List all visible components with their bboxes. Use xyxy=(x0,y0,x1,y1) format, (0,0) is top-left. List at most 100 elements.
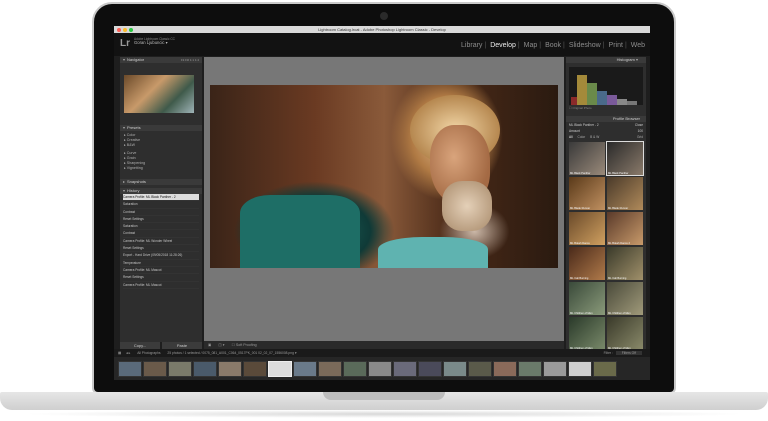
navigator-preview[interactable] xyxy=(124,75,194,113)
module-slideshow[interactable]: Slideshow xyxy=(569,42,601,49)
filter-control: Filter : Filters Off xyxy=(604,349,642,357)
history-step[interactable]: Camera Profile: ML Mascot xyxy=(123,267,199,275)
module-book[interactable]: Book xyxy=(545,42,561,49)
history-step[interactable]: Contrast xyxy=(123,209,199,216)
module-map[interactable]: Map xyxy=(524,42,538,49)
profile-thumbnail[interactable]: ML Black Panther xyxy=(569,142,605,175)
loupe-view-icon[interactable]: ▣ xyxy=(208,343,211,347)
filmstrip-thumbnail[interactable] xyxy=(443,361,467,377)
profile-thumbnail-grid: ML Black Panther ML Black Panther ML Bla… xyxy=(566,140,646,352)
filmstrip-thumbnail[interactable] xyxy=(243,361,267,377)
module-separator: | xyxy=(484,42,487,49)
profile-thumbnail[interactable]: ML Bokeh Dance 2 xyxy=(607,212,643,245)
profile-browser-header[interactable]: Profile Browser xyxy=(566,116,646,122)
module-develop[interactable]: Develop xyxy=(490,42,516,49)
profile-thumbnail[interactable]: ML Children of Men xyxy=(607,282,643,315)
history-step[interactable]: Reset Settings xyxy=(123,245,199,253)
soft-proofing-label: Soft Proofing xyxy=(235,343,257,347)
before-after-icon[interactable]: ◫ ▾ xyxy=(218,343,224,347)
copy-paste-bar: Copy... Paste xyxy=(120,342,202,349)
filmstrip-thumbnail[interactable] xyxy=(368,361,392,377)
filter-dropdown[interactable]: Filters Off xyxy=(615,351,642,355)
filmstrip-thumbnail[interactable] xyxy=(593,361,617,377)
lr-logo: Lr xyxy=(120,38,130,49)
filmstrip-thumbnail[interactable] xyxy=(493,361,517,377)
history-step[interactable]: Reset Settings xyxy=(123,216,199,224)
loupe-view[interactable] xyxy=(204,57,564,341)
filmstrip-thumbnail[interactable] xyxy=(218,361,242,377)
navigator-header[interactable]: ▾ Navigator Fit Fill 1:1 1:4 xyxy=(120,57,202,63)
profile-thumbnail[interactable]: ML Blade Runner xyxy=(569,177,605,210)
history-header[interactable]: ▾ History xyxy=(120,188,202,194)
module-web[interactable]: Web xyxy=(631,42,645,49)
paste-button[interactable]: Paste xyxy=(162,342,202,349)
history-step[interactable]: Export - Hard Drive (09/05/2018 11:28:26… xyxy=(123,252,199,260)
histogram-header[interactable]: Histogram ▾ xyxy=(566,57,646,63)
history-step[interactable]: Saturation xyxy=(123,223,199,231)
develop-toolbar: ▣ ◫ ▾ ☐ Soft Proofing xyxy=(204,341,564,349)
filmstrip-thumbnail[interactable] xyxy=(168,361,192,377)
tab-bw[interactable]: B & W xyxy=(590,134,599,140)
screen: Lightroom Catalog.lrcat - Adobe Photosho… xyxy=(114,26,650,380)
soft-proofing-checkbox[interactable]: ☐ xyxy=(232,343,235,347)
filmstrip-thumbnail[interactable] xyxy=(268,361,292,377)
filmstrip-source[interactable]: All Photographs xyxy=(137,351,160,355)
filmstrip-thumbnail[interactable] xyxy=(293,361,317,377)
filmstrip-thumbnail[interactable] xyxy=(118,361,142,377)
original-photo-checkbox[interactable]: ☐ Original Photo xyxy=(566,105,646,112)
preset-folder[interactable]: ▸ Vignetting xyxy=(124,166,198,171)
presets-header[interactable]: ▾ Presets xyxy=(120,125,202,131)
history-step[interactable]: Camera Profile: ML Wonder Wheel xyxy=(123,238,199,246)
history-step[interactable]: Temperature xyxy=(123,260,199,267)
window-titlebar: Lightroom Catalog.lrcat - Adobe Photosho… xyxy=(114,26,650,33)
profile-thumbnail[interactable]: ML Black Panther xyxy=(606,141,644,176)
tab-grid[interactable]: Grid xyxy=(637,134,643,140)
filmstrip-thumbnail[interactable] xyxy=(568,361,592,377)
history-step[interactable]: Contrast xyxy=(123,230,199,238)
presets-list: ▸ Color ▸ Creative ▸ B&W ▸ Curve ▸ Grain… xyxy=(120,131,202,173)
profile-thumbnail[interactable]: ML Cali Burning xyxy=(569,247,605,280)
profile-thumbnail[interactable]: ML Children of Men xyxy=(569,317,605,350)
close-window-button[interactable] xyxy=(117,28,121,32)
history-step[interactable]: Reset Settings xyxy=(123,274,199,282)
history-step[interactable]: Camera Profile: ML Mascot xyxy=(123,282,199,289)
histogram-graph[interactable] xyxy=(569,67,643,105)
profile-thumbnail[interactable]: ML Bokeh Dance xyxy=(569,212,605,245)
filmstrip-info[interactable]: 25 photos / 1 selected / 0075_081_A001_C… xyxy=(167,351,296,355)
profile-thumbnail[interactable]: ML Children of Men xyxy=(569,282,605,315)
filmstrip-thumbnail[interactable] xyxy=(468,361,492,377)
filmstrip-thumbnail[interactable] xyxy=(193,361,217,377)
history-step[interactable]: Saturation xyxy=(123,201,199,209)
nav-back-icon[interactable]: ◂ ▸ xyxy=(126,351,130,355)
profile-thumbnail[interactable]: ML Children of Men xyxy=(607,317,643,350)
identity-line-2: Goran Ljubuncic ▾ xyxy=(134,40,168,45)
filmstrip-thumbnail[interactable] xyxy=(518,361,542,377)
filmstrip-thumbnail[interactable] xyxy=(143,361,167,377)
filmstrip-thumbnail[interactable] xyxy=(418,361,442,377)
navigator-zoom-modes[interactable]: Fit Fill 1:1 1:4 xyxy=(181,57,199,63)
maximize-window-button[interactable] xyxy=(129,28,133,32)
filmstrip-thumbnail[interactable] xyxy=(318,361,342,377)
left-panel: ▾ Navigator Fit Fill 1:1 1:4 ▾ Presets ▸ C… xyxy=(120,57,202,342)
profile-thumbnail[interactable]: ML Cali Burning xyxy=(607,247,643,280)
history-step[interactable]: Camera Profile: ML Black Panther - 2 xyxy=(123,194,199,202)
tab-color[interactable]: Color xyxy=(578,134,586,140)
filmstrip-header: ▦ ◂ ▸ All Photographs 25 photos / 1 sele… xyxy=(114,349,650,357)
minimize-window-button[interactable] xyxy=(123,28,127,32)
histogram-bar xyxy=(607,95,617,105)
snapshots-header[interactable]: ▸ Snapshots xyxy=(120,179,202,185)
module-separator: | xyxy=(563,42,565,49)
profile-thumbnail[interactable]: ML Blade Runner xyxy=(607,177,643,210)
filmstrip-thumbnail[interactable] xyxy=(343,361,367,377)
main-photo[interactable] xyxy=(210,85,558,268)
filmstrip-thumbnail[interactable] xyxy=(393,361,417,377)
tab-all[interactable]: All xyxy=(569,134,573,140)
module-print[interactable]: Print xyxy=(609,42,623,49)
module-library[interactable]: Library xyxy=(461,42,482,49)
grid-view-icon[interactable]: ▦ xyxy=(118,351,121,355)
identity-plate[interactable]: Adobe Lightroom Classic CC Goran Ljubunc… xyxy=(134,37,175,45)
laptop-shadow xyxy=(20,410,748,418)
histogram-bar xyxy=(627,101,637,105)
filmstrip-thumbnail[interactable] xyxy=(543,361,567,377)
copy-button[interactable]: Copy... xyxy=(120,342,160,349)
